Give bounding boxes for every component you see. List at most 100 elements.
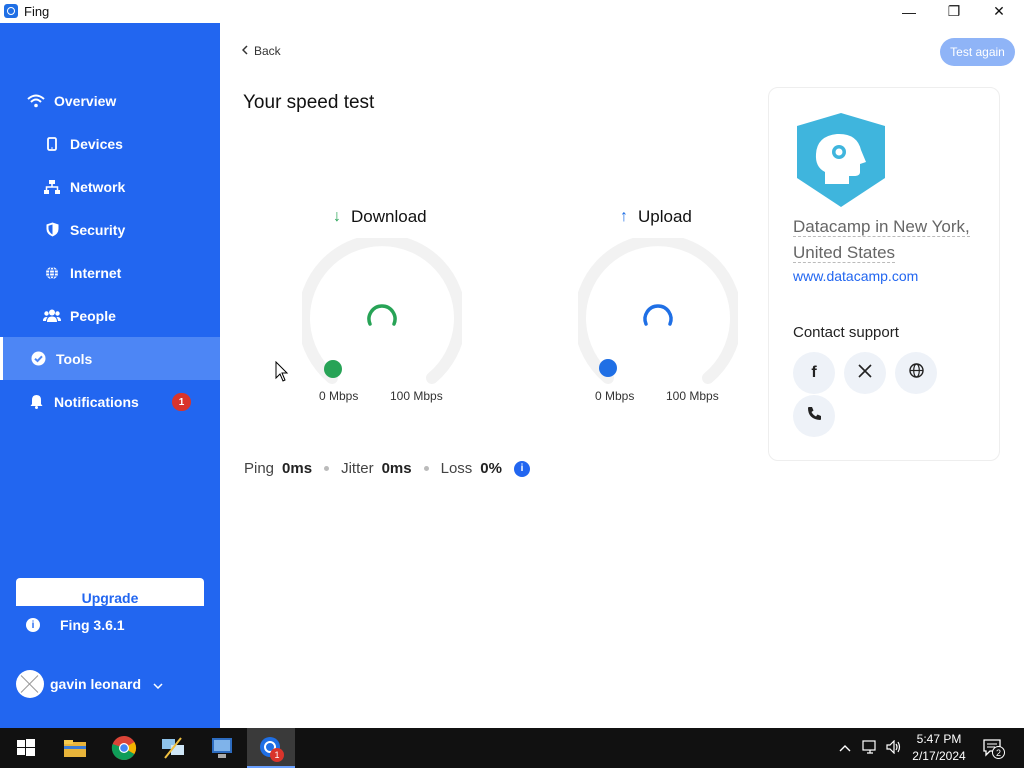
chrome-icon[interactable] bbox=[110, 734, 138, 762]
taskbar-clock[interactable]: 5:47 PM 2/17/2024 bbox=[902, 731, 976, 765]
sidebar-item-label: Overview bbox=[54, 92, 117, 109]
sidebar-item-tools[interactable]: Tools bbox=[0, 337, 220, 380]
remote-desktop-icon[interactable] bbox=[208, 734, 236, 762]
action-center-icon[interactable]: 2 bbox=[982, 738, 1005, 761]
separator bbox=[324, 466, 330, 471]
version-info: i Fing 3.6.1 bbox=[26, 617, 125, 633]
info-icon[interactable]: i bbox=[513, 460, 530, 477]
x-button[interactable] bbox=[844, 352, 886, 394]
volume-icon[interactable] bbox=[886, 739, 902, 757]
people-icon bbox=[42, 309, 62, 322]
user-name: gavin leonard bbox=[50, 676, 142, 692]
contact-support-label: Contact support bbox=[793, 324, 899, 341]
phone-icon bbox=[807, 406, 822, 426]
download-min-label: 0 Mbps bbox=[319, 389, 359, 403]
upload-indicator bbox=[599, 359, 617, 377]
upload-min-label: 0 Mbps bbox=[595, 389, 635, 403]
phone-button[interactable] bbox=[793, 395, 835, 437]
test-again-button[interactable]: Test again bbox=[940, 38, 1015, 66]
website-button[interactable] bbox=[895, 352, 937, 394]
fing-app-icon bbox=[4, 4, 18, 18]
download-max-label: 100 Mbps bbox=[390, 389, 443, 403]
file-explorer-icon[interactable] bbox=[61, 734, 89, 762]
sidebar-item-network[interactable]: Network bbox=[0, 165, 220, 208]
arrow-up-icon: ↑ bbox=[620, 208, 628, 225]
upload-title: ↑ Upload bbox=[620, 207, 692, 227]
ping-label: Ping bbox=[244, 460, 275, 477]
chevron-up-icon[interactable] bbox=[839, 740, 851, 755]
sidebar-item-notifications[interactable]: Notifications 1 bbox=[0, 380, 220, 423]
globe-icon bbox=[42, 266, 62, 280]
clock-time: 5:47 PM bbox=[916, 732, 962, 746]
page-title: Your speed test bbox=[243, 92, 375, 113]
download-indicator bbox=[324, 360, 342, 378]
user-menu[interactable]: gavin leonard bbox=[16, 670, 163, 698]
download-label: Download bbox=[351, 207, 427, 226]
sidebar-item-security[interactable]: Security bbox=[0, 208, 220, 251]
upload-spinner bbox=[643, 304, 673, 326]
fing-taskbar-badge: 1 bbox=[270, 748, 284, 762]
sidebar-item-label: Tools bbox=[56, 350, 93, 367]
jitter-value: 0ms bbox=[381, 460, 412, 477]
network-tray-icon[interactable] bbox=[862, 740, 878, 757]
back-label: Back bbox=[254, 44, 281, 58]
arrow-down-icon: ↓ bbox=[333, 208, 341, 225]
sidebar-item-label: Notifications bbox=[54, 393, 139, 410]
clock-date: 2/17/2024 bbox=[912, 749, 966, 763]
title-bar: Fing — ❐ ✕ bbox=[0, 0, 1024, 23]
download-gauge bbox=[302, 238, 462, 384]
network-app-icon[interactable] bbox=[159, 734, 187, 762]
check-circle-icon bbox=[28, 351, 48, 366]
phone-device-icon bbox=[42, 136, 62, 151]
isp-name-text: Datacamp in New York, United States bbox=[793, 217, 970, 263]
sidebar: Overview Devices Network Security Intern… bbox=[0, 23, 220, 728]
download-spinner bbox=[367, 304, 397, 326]
wifi-icon bbox=[26, 94, 46, 108]
jitter-label: Jitter bbox=[341, 460, 374, 477]
facebook-button[interactable]: f bbox=[793, 352, 835, 394]
main-content: Back Test again Your speed test ↓ Downlo… bbox=[220, 23, 1024, 728]
datacamp-logo bbox=[797, 113, 885, 207]
taskbar: 1 5:47 PM 2/17/2024 2 bbox=[0, 728, 1024, 768]
window-title: Fing bbox=[24, 4, 50, 19]
bell-icon bbox=[26, 394, 46, 409]
upload-gauge bbox=[578, 238, 738, 384]
version-label: Fing 3.6.1 bbox=[60, 617, 125, 633]
mouse-cursor-icon bbox=[275, 361, 289, 382]
separator bbox=[423, 466, 429, 471]
sidebar-item-label: People bbox=[70, 307, 116, 324]
sidebar-item-label: Network bbox=[70, 178, 126, 195]
sidebar-item-overview[interactable]: Overview bbox=[0, 79, 220, 122]
sidebar-item-internet[interactable]: Internet bbox=[0, 251, 220, 294]
close-button[interactable]: ✕ bbox=[976, 0, 1022, 23]
upload-label: Upload bbox=[638, 207, 692, 226]
minimize-button[interactable]: — bbox=[886, 0, 932, 23]
sidebar-item-label: Security bbox=[70, 221, 126, 238]
network-icon bbox=[42, 179, 62, 194]
notification-badge: 1 bbox=[172, 393, 191, 411]
download-title: ↓ Download bbox=[333, 207, 427, 227]
isp-name: Datacamp in New York, United States bbox=[793, 214, 983, 266]
fing-taskbar-icon[interactable]: 1 bbox=[257, 734, 285, 762]
isp-website-link[interactable]: www.datacamp.com bbox=[793, 268, 918, 284]
speed-stats: Ping 0ms Jitter 0ms Loss 0% i bbox=[244, 460, 530, 477]
upgrade-button[interactable]: Upgrade bbox=[16, 578, 204, 606]
isp-card: Datacamp in New York, United States www.… bbox=[768, 87, 1000, 461]
shield-icon bbox=[42, 222, 62, 237]
loss-value: 0% bbox=[480, 460, 502, 477]
avatar bbox=[16, 670, 44, 698]
loss-label: Loss bbox=[440, 460, 473, 477]
windows-start-icon[interactable] bbox=[12, 734, 40, 762]
ping-value: 0ms bbox=[282, 460, 313, 477]
restore-button[interactable]: ❐ bbox=[931, 0, 977, 23]
sidebar-item-devices[interactable]: Devices bbox=[0, 122, 220, 165]
chevron-down-icon bbox=[153, 676, 163, 692]
sidebar-item-people[interactable]: People bbox=[0, 294, 220, 337]
back-button[interactable]: Back bbox=[241, 44, 281, 58]
facebook-icon: f bbox=[811, 364, 817, 381]
info-icon: i bbox=[26, 618, 40, 632]
upload-max-label: 100 Mbps bbox=[666, 389, 719, 403]
notification-count: 2 bbox=[992, 746, 1005, 759]
globe-icon bbox=[908, 363, 924, 383]
chevron-left-icon bbox=[241, 44, 248, 58]
